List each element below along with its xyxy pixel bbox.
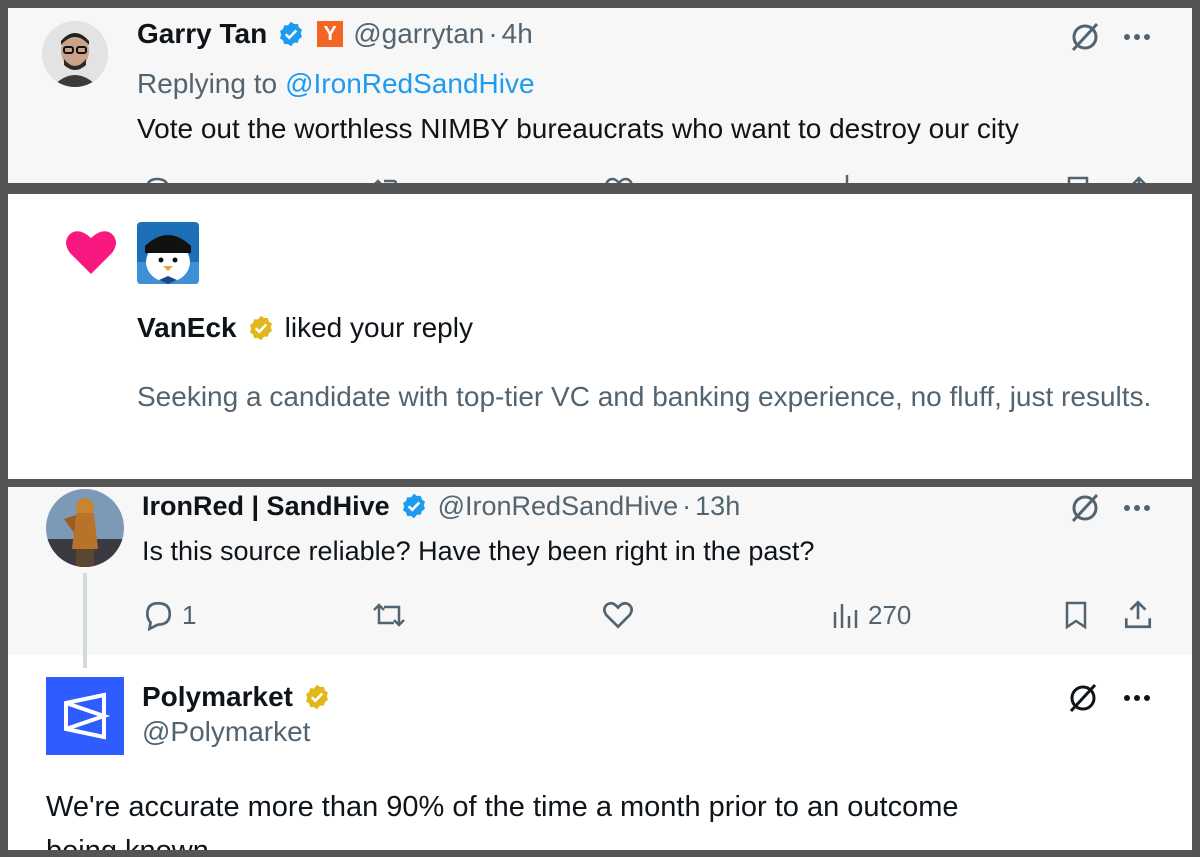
tweet3-header: Polymarket [142,677,331,717]
bookmark-icon[interactable] [1064,175,1092,183]
views-icon [832,600,860,630]
grok-icon[interactable] [1066,681,1100,715]
tweet-time[interactable]: 4h [502,18,533,50]
like-notification-panel[interactable]: VanEck liked your reply Seeking a candid… [8,194,1192,479]
thread-connector-line [83,573,87,668]
yc-badge-icon: Y [317,21,344,47]
author-name[interactable]: Garry Tan [137,18,267,50]
author-handle[interactable]: @IronRedSandHive [438,491,679,522]
replying-handle-link[interactable]: @IronRedSandHive [285,68,534,100]
vaneck-avatar[interactable] [137,222,199,284]
garry-tan-tweet-panel: Garry Tan Y @garrytan · 4h Replying to @… [8,8,1192,183]
tweet-text-line-1: We're accurate more than 90% of the time… [46,791,959,823]
thread-panel: IronRed | SandHive @IronRedSandHive · 13… [8,487,1192,850]
bookmark-icon[interactable] [1062,599,1090,631]
garry-tan-avatar[interactable] [42,21,108,87]
author-handle[interactable]: @garrytan [353,18,484,50]
tweet-text: Is this source reliable? Have they been … [142,536,815,566]
more-icon[interactable] [1120,495,1154,521]
liker-name[interactable]: VanEck [137,312,237,344]
author-name[interactable]: IronRed | SandHive [142,491,390,522]
tweet-text: Vote out the worthless NIMBY bureaucrats… [137,113,1019,144]
reply-count: 1 [182,599,197,630]
gold-verified-badge-icon [247,314,275,342]
more-icon[interactable] [1120,685,1154,711]
retweet-icon[interactable] [370,599,408,631]
reply-button[interactable]: 1 [142,595,196,635]
author-name[interactable]: Polymarket [142,681,293,713]
more-icon[interactable] [1120,24,1154,50]
share-icon[interactable] [1122,599,1154,631]
heart-icon [64,228,118,276]
replying-to-line: Replying to @IronRedSandHive [137,64,535,104]
tweet2-header: IronRed | SandHive @IronRedSandHive · 13… [142,487,740,525]
notification-header: VanEck liked your reply [137,308,473,348]
reply-icon[interactable] [142,175,172,183]
tweet-time[interactable]: 13h [695,491,740,522]
author-handle[interactable]: @Polymarket [142,716,310,748]
separator-dot: · [682,490,692,521]
replying-prefix: Replying to [137,68,278,99]
verified-badge-icon [400,492,428,520]
like-icon[interactable] [604,175,634,183]
tweet-text-line-2: being known. [46,829,217,850]
liked-reply-text: Seeking a candidate with top-tier VC and… [137,381,1152,412]
views-icon[interactable] [840,175,854,183]
reply-icon [142,599,174,631]
separator-dot: · [488,18,498,49]
grok-icon[interactable] [1068,20,1102,54]
grok-icon[interactable] [1068,491,1102,525]
gold-verified-badge-icon [303,683,331,711]
ironred-avatar[interactable] [46,489,124,567]
views-count: 270 [868,599,912,630]
retweet-icon[interactable] [370,175,404,183]
verified-badge-icon [277,20,305,48]
polymarket-avatar[interactable] [46,677,124,755]
share-icon[interactable] [1124,175,1154,183]
like-icon[interactable] [601,599,635,631]
tweet1-header: Garry Tan Y @garrytan · 4h [137,14,533,54]
views-button[interactable]: 270 [832,595,911,635]
notification-action: liked your reply [284,312,473,343]
